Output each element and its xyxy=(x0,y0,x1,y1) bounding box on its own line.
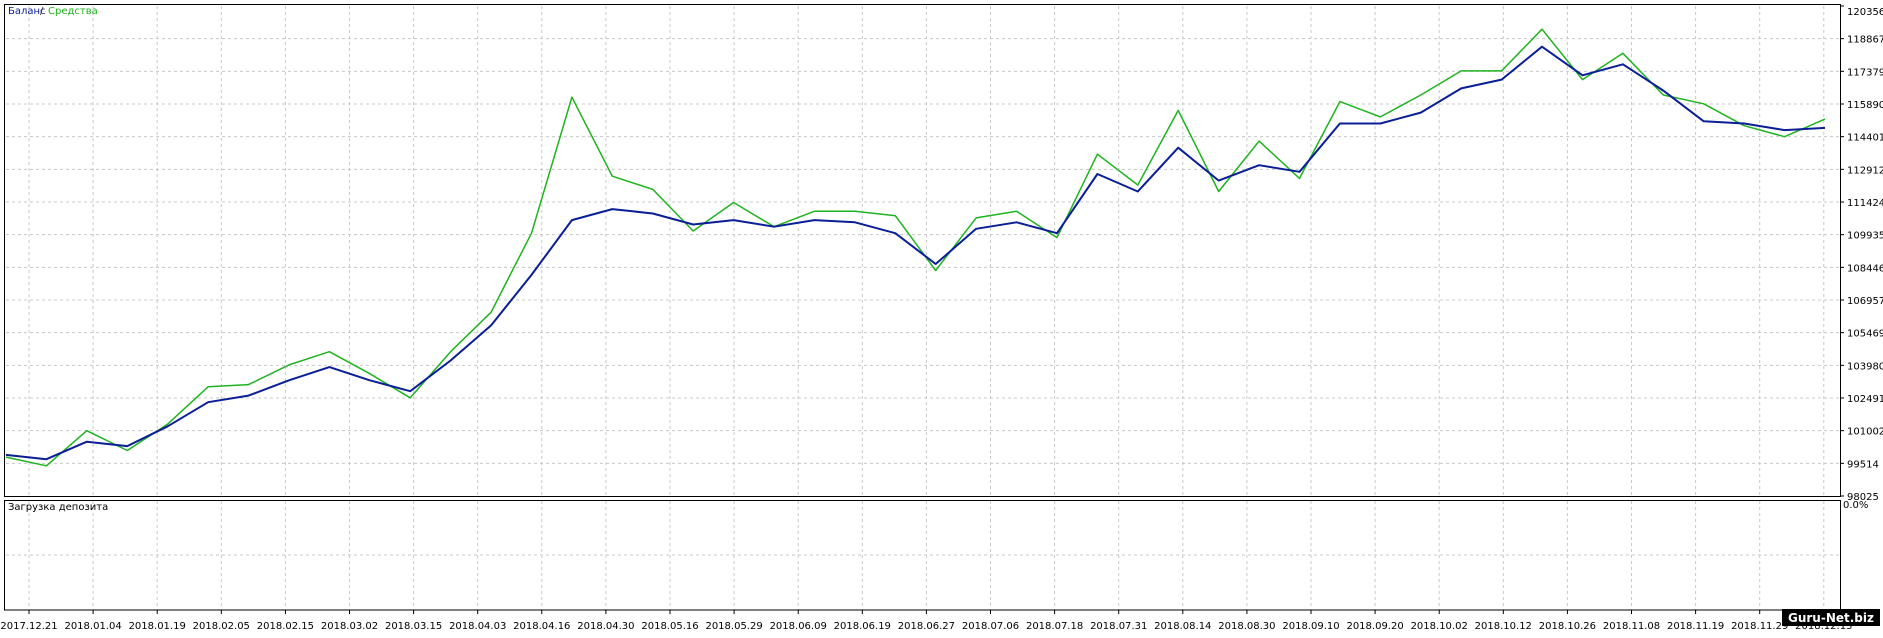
y-tick-label: 108446 xyxy=(1847,263,1883,274)
x-tick-label: 2018.02.15 xyxy=(257,621,314,632)
x-tick-label: 2018.05.16 xyxy=(641,621,698,632)
y-tick-label: 102491 xyxy=(1847,394,1883,405)
x-tick-label: 2018.01.19 xyxy=(129,621,186,632)
x-tick-label: 2018.04.16 xyxy=(513,621,570,632)
y-tick-label: 105469 xyxy=(1847,329,1883,340)
y-tick-label: 103980 xyxy=(1847,361,1883,372)
x-tick-label: 2018.04.30 xyxy=(577,621,634,632)
x-tick-label: 2018.09.20 xyxy=(1346,621,1403,632)
x-tick-label: 2018.11.19 xyxy=(1667,621,1724,632)
x-tick-label: 2018.11.29 xyxy=(1731,621,1788,632)
y-tick-label: 99514 xyxy=(1847,459,1879,470)
x-tick-label: 2018.07.31 xyxy=(1090,621,1147,632)
x-tick-label: 2018.06.27 xyxy=(898,621,955,632)
x-tick-label: 2018.06.09 xyxy=(770,621,827,632)
chart-container: 120356 118867 117379 115890 114401 112912 1114… xyxy=(0,0,1883,634)
x-tick-label: 2017.12.21 xyxy=(0,621,57,632)
x-tick-label: 2018.06.19 xyxy=(834,621,891,632)
x-tick-label: 2018.10.12 xyxy=(1475,621,1532,632)
x-tick-label: 2018.08.14 xyxy=(1154,621,1211,632)
x-tick-label: 2018.07.06 xyxy=(962,621,1019,632)
equity-balance-chart: 120356 118867 117379 115890 114401 112912 1114… xyxy=(0,0,1883,634)
x-tick-label: 2018.09.10 xyxy=(1282,621,1339,632)
x-tick-label: 2018.04.03 xyxy=(449,621,506,632)
y-tick-label: 120356 xyxy=(1847,7,1883,18)
chart-background xyxy=(0,0,1883,634)
y-tick-label: 106957 xyxy=(1847,296,1883,307)
legend-equity-label: Средства xyxy=(48,6,98,17)
x-tick-label: 2018.03.15 xyxy=(385,621,442,632)
y-tick-label: 112912 xyxy=(1847,165,1883,176)
y-tick-label: 114401 xyxy=(1847,133,1883,144)
subwindow-label: Загрузка депозита xyxy=(8,502,108,513)
y-tick-label: 101002 xyxy=(1847,427,1883,438)
y-tick-label: 111424 xyxy=(1847,198,1883,209)
x-tick-label: 2018.07.18 xyxy=(1026,621,1083,632)
subwindow-value: 0.0% xyxy=(1843,500,1868,511)
x-tick-label: 2018.11.08 xyxy=(1603,621,1660,632)
watermark: Guru-Net.biz xyxy=(1788,611,1874,625)
y-tick-label: 109935 xyxy=(1847,231,1883,242)
x-tick-label: 2018.08.30 xyxy=(1218,621,1275,632)
x-tick-label: 2018.10.26 xyxy=(1539,621,1596,632)
x-tick-label: 2018.01.04 xyxy=(64,621,121,632)
y-tick-label: 118867 xyxy=(1847,35,1883,46)
y-tick-label: 117379 xyxy=(1847,67,1883,78)
y-tick-label: 115890 xyxy=(1847,100,1883,111)
x-tick-label: 2018.05.29 xyxy=(705,621,762,632)
x-tick-label: 2018.02.05 xyxy=(193,621,250,632)
x-tick-label: 2018.10.02 xyxy=(1411,621,1468,632)
x-tick-label: 2018.03.02 xyxy=(321,621,378,632)
